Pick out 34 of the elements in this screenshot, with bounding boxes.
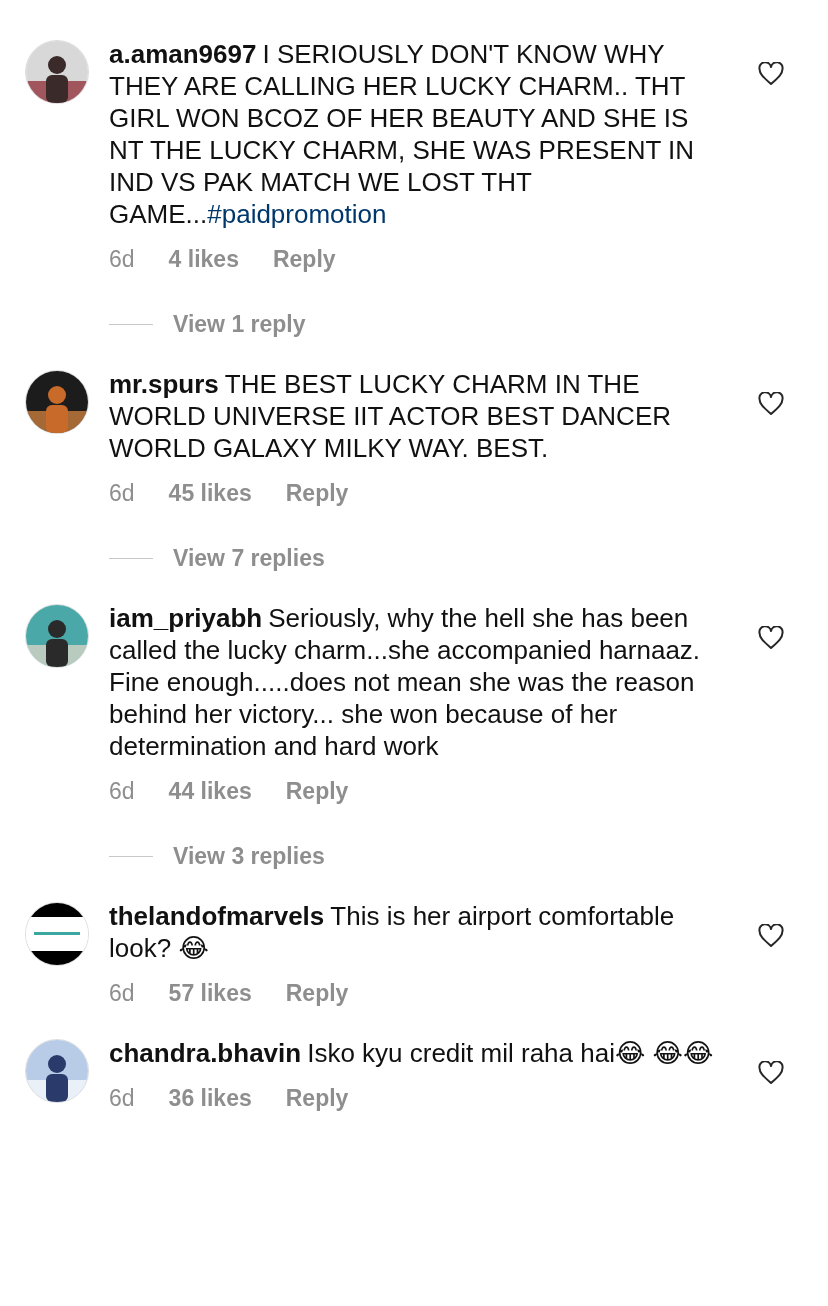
reply-button[interactable]: Reply — [285, 480, 349, 507]
comment-time: 6d — [109, 1085, 135, 1112]
reply-button[interactable]: Reply — [285, 980, 349, 1007]
username-link[interactable]: a.aman9697 — [109, 39, 257, 69]
likes-count[interactable]: 4 likes — [168, 246, 239, 273]
likes-count[interactable]: 45 likes — [168, 480, 252, 507]
comment-time: 6d — [109, 778, 135, 805]
comment-text: a.aman9697 I SERIOUSLY DON'T KNOW WHY THEY ARE CALLING HER LUCKY CHARM.. THT GIRL WON BCOZ OF HER BEAUTY AND SHE IS NT THE LUCKY CHARM, SHE WAS PRESENT IN IND VS PAK MATCH WE LOST THT GAME...#paidpromotion — [109, 38, 696, 230]
likes-count[interactable]: 57 likes — [168, 980, 252, 1007]
comment-text: chandra.bhavin Isko kyu credit mil raha hai😂 😂😂 — [109, 1037, 715, 1069]
reply-button[interactable]: Reply — [285, 778, 349, 805]
username-link[interactable]: mr.spurs — [109, 369, 219, 399]
username-link[interactable]: iam_priyabh — [109, 603, 263, 633]
username-link[interactable]: chandra.bhavin — [109, 1038, 302, 1068]
heart-icon[interactable] — [758, 626, 784, 650]
username-link[interactable]: thelandofmarvels — [109, 901, 325, 931]
view-replies-button[interactable]: View 1 reply — [173, 311, 306, 338]
heart-icon[interactable] — [758, 924, 784, 948]
heart-icon[interactable] — [758, 392, 784, 416]
view-replies-button[interactable]: View 3 replies — [173, 843, 325, 870]
reply-button[interactable]: Reply — [272, 246, 336, 273]
comment-text: thelandofmarvels This is her airport comfortable look? 😂 — [109, 900, 676, 964]
likes-count[interactable]: 36 likes — [168, 1085, 252, 1112]
reply-button[interactable]: Reply — [285, 1085, 349, 1112]
comment-text: mr.spurs THE BEST LUCKY CHARM IN THE WORLD UNIVERSE IIT ACTOR BEST DANCER WORLD GALAXY MILKY WAY. BEST. — [109, 368, 672, 464]
heart-icon[interactable] — [758, 1061, 784, 1085]
view-replies-button[interactable]: View 7 replies — [173, 545, 325, 572]
comment-time: 6d — [109, 480, 135, 507]
comment-time: 6d — [109, 980, 135, 1007]
likes-count[interactable]: 44 likes — [168, 778, 252, 805]
heart-icon[interactable] — [758, 62, 784, 86]
comment-text: iam_priyabh Seriously, why the hell she has been called the lucky charm...she accompanied harnaaz. Fine enough.....does not mean she was the reason behind her victory... she won because of her determination and hard work — [109, 602, 702, 762]
hashtag-link[interactable]: #paidpromotion — [207, 199, 387, 229]
comment-time: 6d — [109, 246, 135, 273]
